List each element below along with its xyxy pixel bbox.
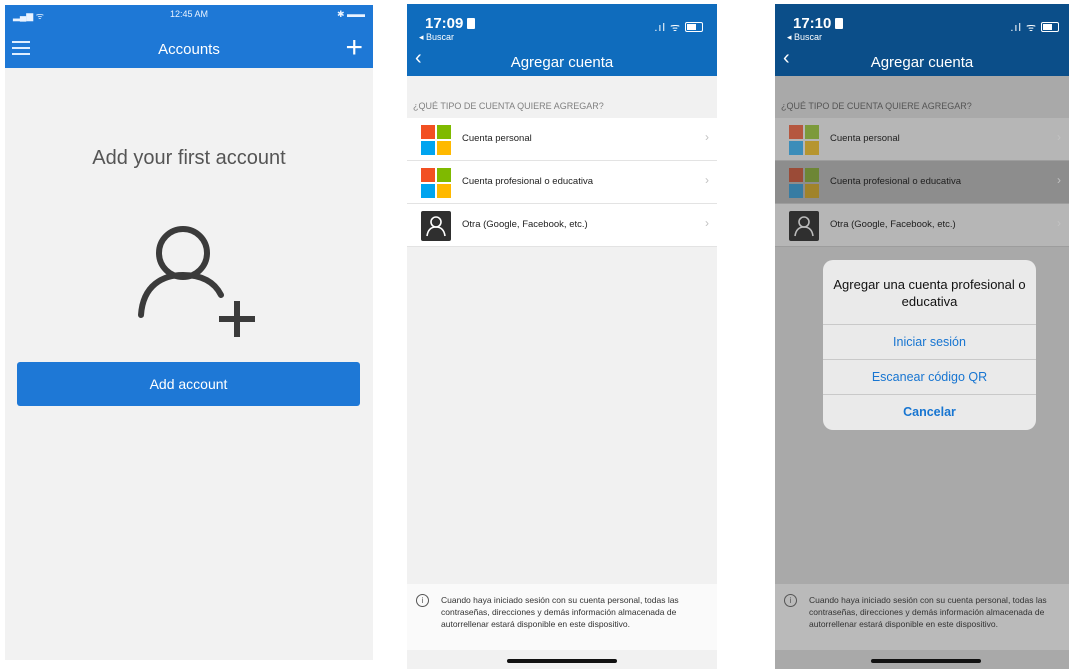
person-icon	[421, 211, 451, 241]
add-account-button[interactable]: Add account	[17, 362, 360, 406]
page-title: Agregar cuenta	[510, 54, 614, 71]
add-person-icon	[138, 226, 255, 337]
dialog-title: Agregar una cuenta profesional o educati…	[823, 276, 1036, 310]
status-time: 17:09	[425, 15, 464, 32]
row-label: Cuenta personal	[462, 133, 532, 144]
back-to-app-link[interactable]: ◂ Buscar	[419, 32, 454, 43]
app-header: ▂▄▆ ᯤ 12:45 AM ✱ ▬▬ Accounts +	[5, 5, 373, 68]
app-header: 17:09 ◂ Buscar .ıl ᯤ ‹ Agregar cuenta	[407, 4, 717, 76]
status-icons: .ıl ᯤ	[654, 20, 703, 35]
account-type-personal[interactable]: Cuenta personal ›	[407, 118, 717, 161]
screen-add-work-account-dialog: 17:10 ◂ Buscar .ıl ᯤ ‹ Agregar cuenta ¿Q…	[775, 4, 1069, 669]
microsoft-logo-icon	[421, 168, 451, 198]
status-time: 17:10	[793, 15, 832, 32]
microsoft-logo-icon	[789, 168, 819, 198]
sim-icon	[467, 18, 476, 29]
screen-accounts-empty: ▂▄▆ ᯤ 12:45 AM ✱ ▬▬ Accounts + Add your …	[5, 5, 373, 660]
section-header: ¿QUÉ TIPO DE CUENTA QUIERE AGREGAR?	[781, 101, 972, 111]
home-indicator[interactable]	[871, 659, 981, 663]
scan-qr-button[interactable]: Escanear código QR	[823, 359, 1036, 395]
account-type-other[interactable]: Otra (Google, Facebook, etc.) ›	[775, 204, 1069, 247]
microsoft-logo-icon	[421, 125, 451, 155]
chevron-right-icon: ›	[1057, 216, 1061, 230]
row-label: Otra (Google, Facebook, etc.)	[830, 219, 956, 230]
add-work-account-dialog: Agregar una cuenta profesional o educati…	[823, 260, 1036, 430]
plus-icon[interactable]: +	[345, 33, 363, 63]
account-type-personal[interactable]: Cuenta personal ›	[775, 118, 1069, 161]
chevron-right-icon: ›	[1057, 130, 1061, 144]
microsoft-logo-icon	[789, 125, 819, 155]
page-title: Agregar cuenta	[870, 54, 974, 71]
info-text: Cuando haya iniciado sesión con su cuent…	[809, 595, 1047, 629]
info-icon: i	[784, 594, 797, 607]
row-label: Cuenta profesional o educativa	[462, 176, 593, 187]
chevron-right-icon: ›	[705, 130, 709, 144]
chevron-right-icon: ›	[705, 173, 709, 187]
status-icons: .ıl ᯤ	[1010, 20, 1059, 35]
account-type-other[interactable]: Otra (Google, Facebook, etc.) ›	[407, 204, 717, 247]
back-to-app-link[interactable]: ◂ Buscar	[787, 32, 822, 43]
battery-icon	[685, 22, 703, 32]
dialog-title-text: Agregar una cuenta profesional o educati…	[833, 277, 1026, 309]
row-label: Cuenta profesional o educativa	[830, 176, 961, 187]
page-title: Accounts	[158, 41, 220, 58]
cancel-button[interactable]: Cancelar	[823, 394, 1036, 430]
info-text: Cuando haya iniciado sesión con su cuent…	[441, 595, 679, 629]
info-footer: i Cuando haya iniciado sesión con su cue…	[775, 584, 1069, 650]
sign-in-button[interactable]: Iniciar sesión	[823, 324, 1036, 360]
chevron-right-icon: ›	[705, 216, 709, 230]
battery-icon: ✱ ▬▬	[336, 9, 365, 19]
empty-state-heading: Add your first account	[92, 147, 286, 169]
home-indicator[interactable]	[507, 659, 617, 663]
screen-add-account: 17:09 ◂ Buscar .ıl ᯤ ‹ Agregar cuenta ¿Q…	[407, 4, 717, 669]
account-type-work-school[interactable]: Cuenta profesional o educativa ›	[775, 161, 1069, 204]
row-label: Cuenta personal	[830, 133, 900, 144]
info-footer: i Cuando haya iniciado sesión con su cue…	[407, 584, 717, 650]
person-icon	[789, 211, 819, 241]
battery-icon	[1041, 22, 1059, 32]
sim-icon	[835, 18, 844, 29]
account-type-work-school[interactable]: Cuenta profesional o educativa ›	[407, 161, 717, 204]
info-icon: i	[416, 594, 429, 607]
section-header: ¿QUÉ TIPO DE CUENTA QUIERE AGREGAR?	[413, 101, 604, 111]
row-label: Otra (Google, Facebook, etc.)	[462, 219, 588, 230]
chevron-right-icon: ›	[1057, 173, 1061, 187]
app-header: 17:10 ◂ Buscar .ıl ᯤ ‹ Agregar cuenta	[775, 4, 1069, 76]
status-time: 12:45 AM	[169, 9, 209, 19]
